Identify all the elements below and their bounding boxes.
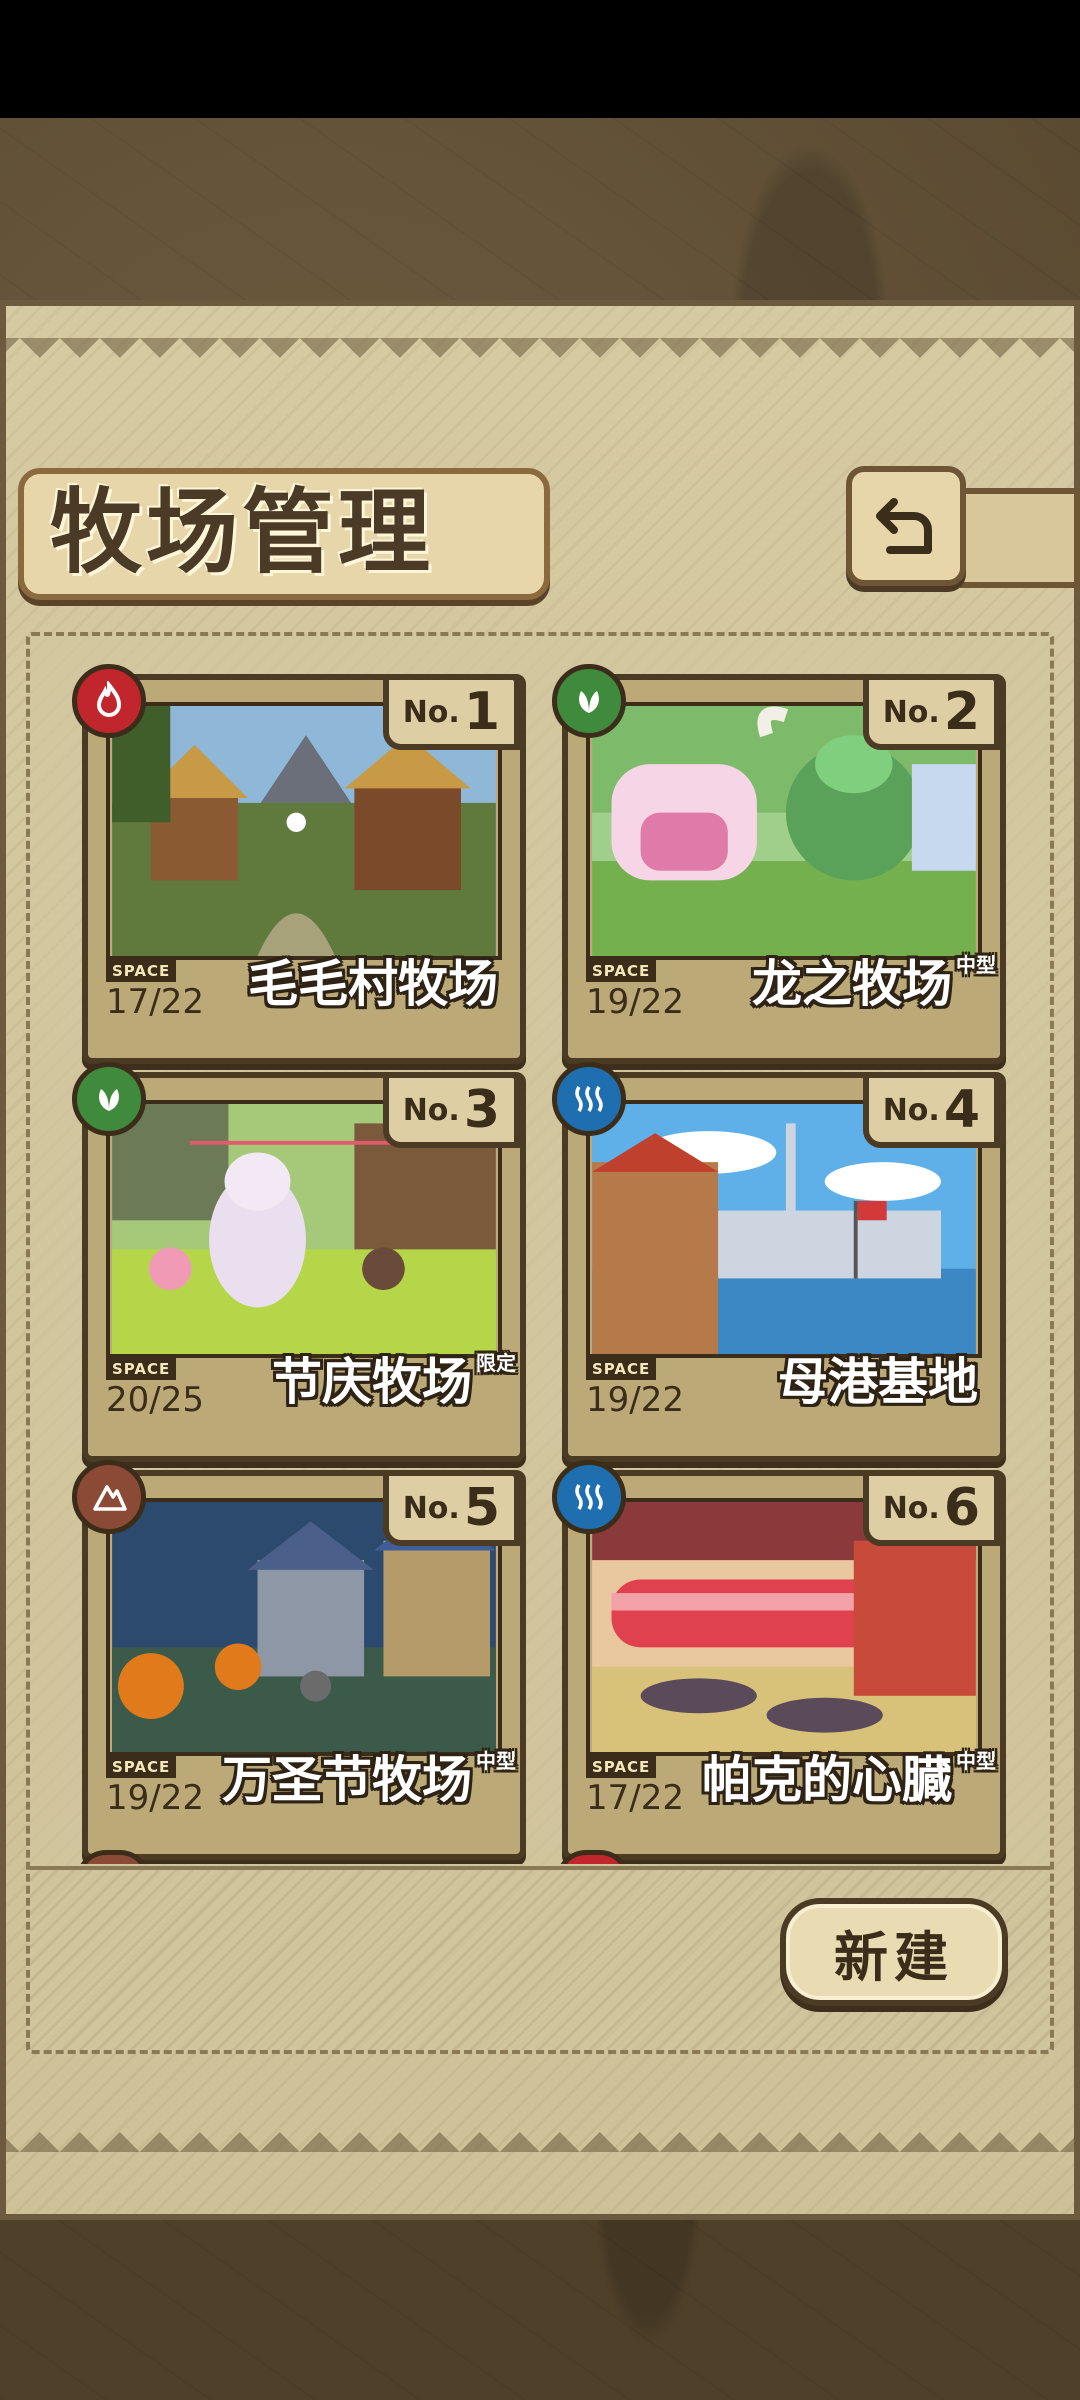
leaf-type-badge: [72, 1062, 146, 1136]
ranch-name: 毛毛村牧场: [248, 944, 498, 1016]
water-type-badge: [552, 1460, 626, 1534]
ranch-number-badge: No. 6: [862, 1470, 1000, 1546]
ranch-number: 6: [943, 1478, 980, 1538]
leaf-icon: [579, 691, 599, 713]
ranch-size-tag: 中型: [476, 1749, 516, 1773]
space-value: 17/22: [586, 1778, 684, 1818]
ranch-number-badge: No. 5: [382, 1470, 520, 1546]
ranch-size-tag: 中型: [956, 953, 996, 977]
ranch-name: 龙之牧场 中型: [752, 944, 996, 1016]
ranch-size-tag: 中型: [956, 1749, 996, 1773]
earth-icon: [93, 1485, 127, 1511]
ranch-card-3[interactable]: No. 3 SPACE 20/25 节庆牧场 限定: [72, 1062, 526, 1462]
status-bar: [0, 0, 1080, 118]
water-icon: [575, 1484, 603, 1510]
parchment-edge-top: [0, 338, 1080, 378]
ranch-card-5[interactable]: No. 5 SPACE 19/22 万圣节牧场 中型: [72, 1460, 526, 1860]
ranch-number: 3: [463, 1080, 500, 1140]
earth-type-badge: [72, 1460, 146, 1534]
ranch-name-text: 毛毛村牧场: [248, 955, 498, 1013]
space-value: 19/22: [106, 1778, 204, 1818]
back-button-tab: [960, 488, 1080, 588]
space-label: SPACE: [106, 960, 177, 982]
ranch-name: 帕克的心臓 中型: [702, 1740, 996, 1812]
ranch-name: 母港基地: [778, 1342, 978, 1414]
ranch-name: 万圣节牧场 中型: [222, 1740, 516, 1812]
space-label: SPACE: [586, 1358, 657, 1380]
number-prefix: No.: [402, 1490, 460, 1526]
water-icon: [575, 1086, 603, 1112]
space-label: SPACE: [106, 1358, 177, 1380]
ranch-name-text: 帕克的心臓: [702, 1751, 952, 1809]
space-value: 19/22: [586, 1380, 684, 1420]
leaf-icon: [99, 1089, 119, 1111]
ranch-number: 4: [943, 1080, 980, 1140]
ranch-size-tag: 限定: [476, 1351, 516, 1375]
page-title: 牧场管理: [50, 478, 435, 586]
ranch-name-text: 龙之牧场: [752, 955, 952, 1013]
ranch-card-1[interactable]: No. 1 SPACE 17/22 毛毛村牧场: [72, 664, 526, 1064]
parchment-edge-bottom: [0, 2112, 1080, 2152]
space-label: SPACE: [586, 1756, 657, 1778]
space-label: SPACE: [586, 960, 657, 982]
ranch-number-badge: No. 1: [382, 674, 520, 750]
number-prefix: No.: [882, 694, 940, 730]
ranch-number: 1: [463, 682, 500, 742]
space-value: 17/22: [106, 982, 204, 1022]
ranch-card-4[interactable]: No. 4 SPACE 19/22 母港基地: [552, 1062, 1006, 1462]
ranch-number: 5: [463, 1478, 500, 1538]
ranch-name-text: 母港基地: [778, 1353, 978, 1411]
ranch-number-badge: No. 3: [382, 1072, 520, 1148]
ranch-name-text: 节庆牧场: [272, 1353, 472, 1411]
fire-type-badge: [72, 664, 146, 738]
ranch-name-text: 万圣节牧场: [222, 1751, 472, 1809]
space-value: 20/25: [106, 1380, 204, 1420]
ranch-card-6[interactable]: No. 6 SPACE 17/22 帕克的心臓 中型: [552, 1460, 1006, 1860]
back-button[interactable]: [846, 466, 966, 586]
number-prefix: No.: [402, 1092, 460, 1128]
ranch-card-2[interactable]: No. 2 SPACE 19/22 龙之牧场 中型: [552, 664, 1006, 1064]
ranch-number-badge: No. 2: [862, 674, 1000, 750]
ranch-list[interactable]: No. 1 SPACE 17/22 毛毛村牧场 No. 2 SPACE 19/2…: [30, 636, 1050, 1864]
new-ranch-button[interactable]: 新建: [780, 1898, 1008, 2006]
ranch-number: 2: [943, 682, 980, 742]
number-prefix: No.: [882, 1092, 940, 1128]
number-prefix: No.: [882, 1490, 940, 1526]
ranch-name: 节庆牧场 限定: [272, 1342, 516, 1414]
ranch-number-badge: No. 4: [862, 1072, 1000, 1148]
water-type-badge: [552, 1062, 626, 1136]
space-label: SPACE: [106, 1756, 177, 1778]
number-prefix: No.: [402, 694, 460, 730]
return-arrow-icon: [876, 498, 932, 554]
leaf-type-badge: [552, 664, 626, 738]
fire-icon: [96, 681, 122, 717]
space-value: 19/22: [586, 982, 684, 1022]
